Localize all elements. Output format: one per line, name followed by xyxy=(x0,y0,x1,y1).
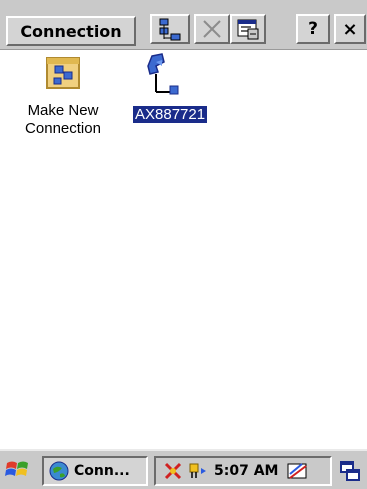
properties-button[interactable] xyxy=(230,14,266,44)
title-label: Connection xyxy=(20,21,122,41)
toolbar: Connection ? × xyxy=(0,0,367,50)
connection-name: AX887721 xyxy=(133,106,208,123)
connectivity-icon[interactable] xyxy=(184,460,210,482)
item-label-line1: Make New xyxy=(27,102,99,119)
close-button[interactable]: × xyxy=(334,14,366,44)
task-connection-button[interactable]: Conn... xyxy=(42,456,148,486)
delete-icon xyxy=(203,20,221,38)
switch-windows-icon[interactable] xyxy=(338,459,362,483)
network-status-icon[interactable] xyxy=(162,460,184,482)
connection-task-icon xyxy=(49,461,69,481)
windows-logo-icon xyxy=(5,461,28,476)
title-menu-button[interactable]: Connection xyxy=(6,16,136,46)
delete-button[interactable] xyxy=(194,14,230,44)
connection-list: Make New Connection AX887721 xyxy=(0,50,367,449)
help-label: ? xyxy=(308,19,318,39)
help-button[interactable]: ? xyxy=(296,14,330,44)
properties-icon xyxy=(237,19,259,40)
view-button[interactable] xyxy=(150,14,190,44)
input-panel-icon[interactable] xyxy=(286,460,310,482)
system-tray: 5:07 AM xyxy=(154,456,332,486)
connection-item[interactable]: AX887721 xyxy=(128,52,228,124)
item-label-line2: Connection xyxy=(25,120,101,137)
task-label: Conn... xyxy=(74,463,130,479)
make-new-connection-icon xyxy=(46,57,80,89)
close-label: × xyxy=(342,18,358,40)
make-new-connection-item[interactable]: Make New Connection xyxy=(8,52,118,138)
connection-icon xyxy=(147,53,179,95)
view-details-icon xyxy=(159,18,181,41)
clock[interactable]: 5:07 AM xyxy=(214,463,278,479)
taskbar: Conn... 5:07 AM xyxy=(0,449,367,489)
start-button[interactable] xyxy=(4,457,38,485)
